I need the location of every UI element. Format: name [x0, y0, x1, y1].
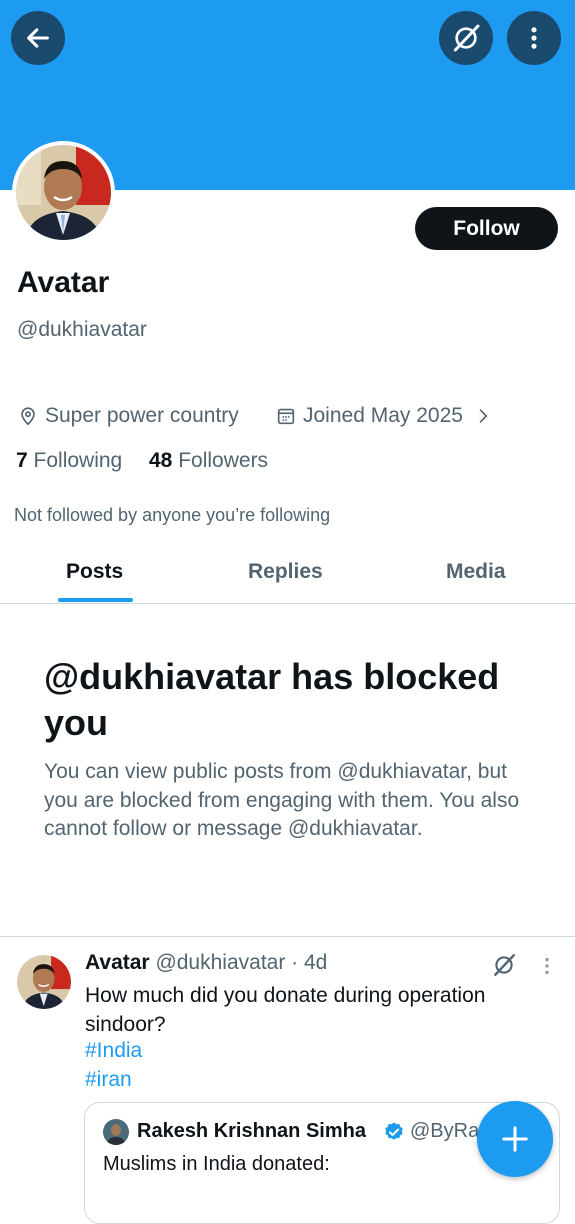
- tweet-header: Avatar @dukhiavatar · 4d: [85, 951, 327, 975]
- profile-handle: @dukhiavatar: [17, 318, 147, 341]
- tab-replies[interactable]: Replies: [248, 560, 323, 584]
- tweet-text: How much did you donate during operation…: [85, 984, 486, 1036]
- hashtag-link[interactable]: #India: [85, 1039, 142, 1063]
- tweet-more-icon[interactable]: [536, 955, 558, 977]
- tweet-author-avatar[interactable]: [17, 955, 71, 1009]
- blocked-title: @dukhiavatar has blocked you: [44, 656, 500, 743]
- quoted-tweet-text: Muslims in India donated:: [103, 1153, 330, 1175]
- profile-location: Super power country: [17, 404, 239, 428]
- feed-divider: [0, 936, 575, 937]
- following-label: Following: [33, 449, 123, 472]
- profile-joined[interactable]: Joined May 2025: [275, 404, 493, 428]
- hashtag-link[interactable]: #iran: [85, 1068, 132, 1092]
- followers-label: Followers: [178, 449, 269, 472]
- profile-avatar[interactable]: [12, 141, 115, 244]
- following-count: 7: [16, 449, 28, 472]
- location-text: Super power country: [45, 404, 239, 427]
- quoted-author-handle: @ByRa: [410, 1120, 480, 1142]
- quoted-author-avatar: [103, 1119, 129, 1145]
- tweet-author-meta: @dukhiavatar · 4d: [155, 951, 328, 974]
- grok-icon: [453, 24, 480, 52]
- back-button[interactable]: [11, 11, 65, 65]
- followers-count: 48: [149, 449, 173, 472]
- plus-icon: [502, 1126, 528, 1152]
- tabs-divider: [0, 603, 575, 604]
- tab-posts[interactable]: Posts: [66, 560, 123, 584]
- arrow-left-icon: [27, 28, 49, 48]
- blocked-description: You can view public posts from @dukhiava…: [44, 760, 520, 840]
- joined-text: Joined May 2025: [303, 404, 463, 427]
- quoted-author-name: Rakesh Krishnan Simha: [137, 1120, 366, 1143]
- more-options-button[interactable]: [507, 11, 561, 65]
- grok-icon[interactable]: [491, 952, 517, 978]
- compose-button[interactable]: [477, 1101, 553, 1177]
- profile-name: Avatar: [17, 266, 110, 299]
- quoted-author-name-text: Rakesh Krishnan Simha: [137, 1120, 366, 1142]
- more-vertical-icon: [531, 27, 537, 49]
- verified-badge-icon: [385, 1122, 403, 1140]
- not-followed-note: Not followed by anyone you’re following: [14, 505, 331, 525]
- follow-button[interactable]: Follow: [415, 207, 558, 250]
- tab-media[interactable]: Media: [446, 560, 506, 584]
- grok-button[interactable]: [439, 11, 493, 65]
- active-tab-indicator: [58, 598, 133, 602]
- tweet-author-name[interactable]: Avatar: [85, 951, 150, 974]
- followers-stat[interactable]: 48 Followers: [149, 449, 268, 473]
- following-stat[interactable]: 7 Following: [16, 449, 122, 473]
- calendar-icon: [277, 408, 295, 425]
- chevron-right-icon: [479, 409, 488, 423]
- location-pin-icon: [21, 407, 35, 426]
